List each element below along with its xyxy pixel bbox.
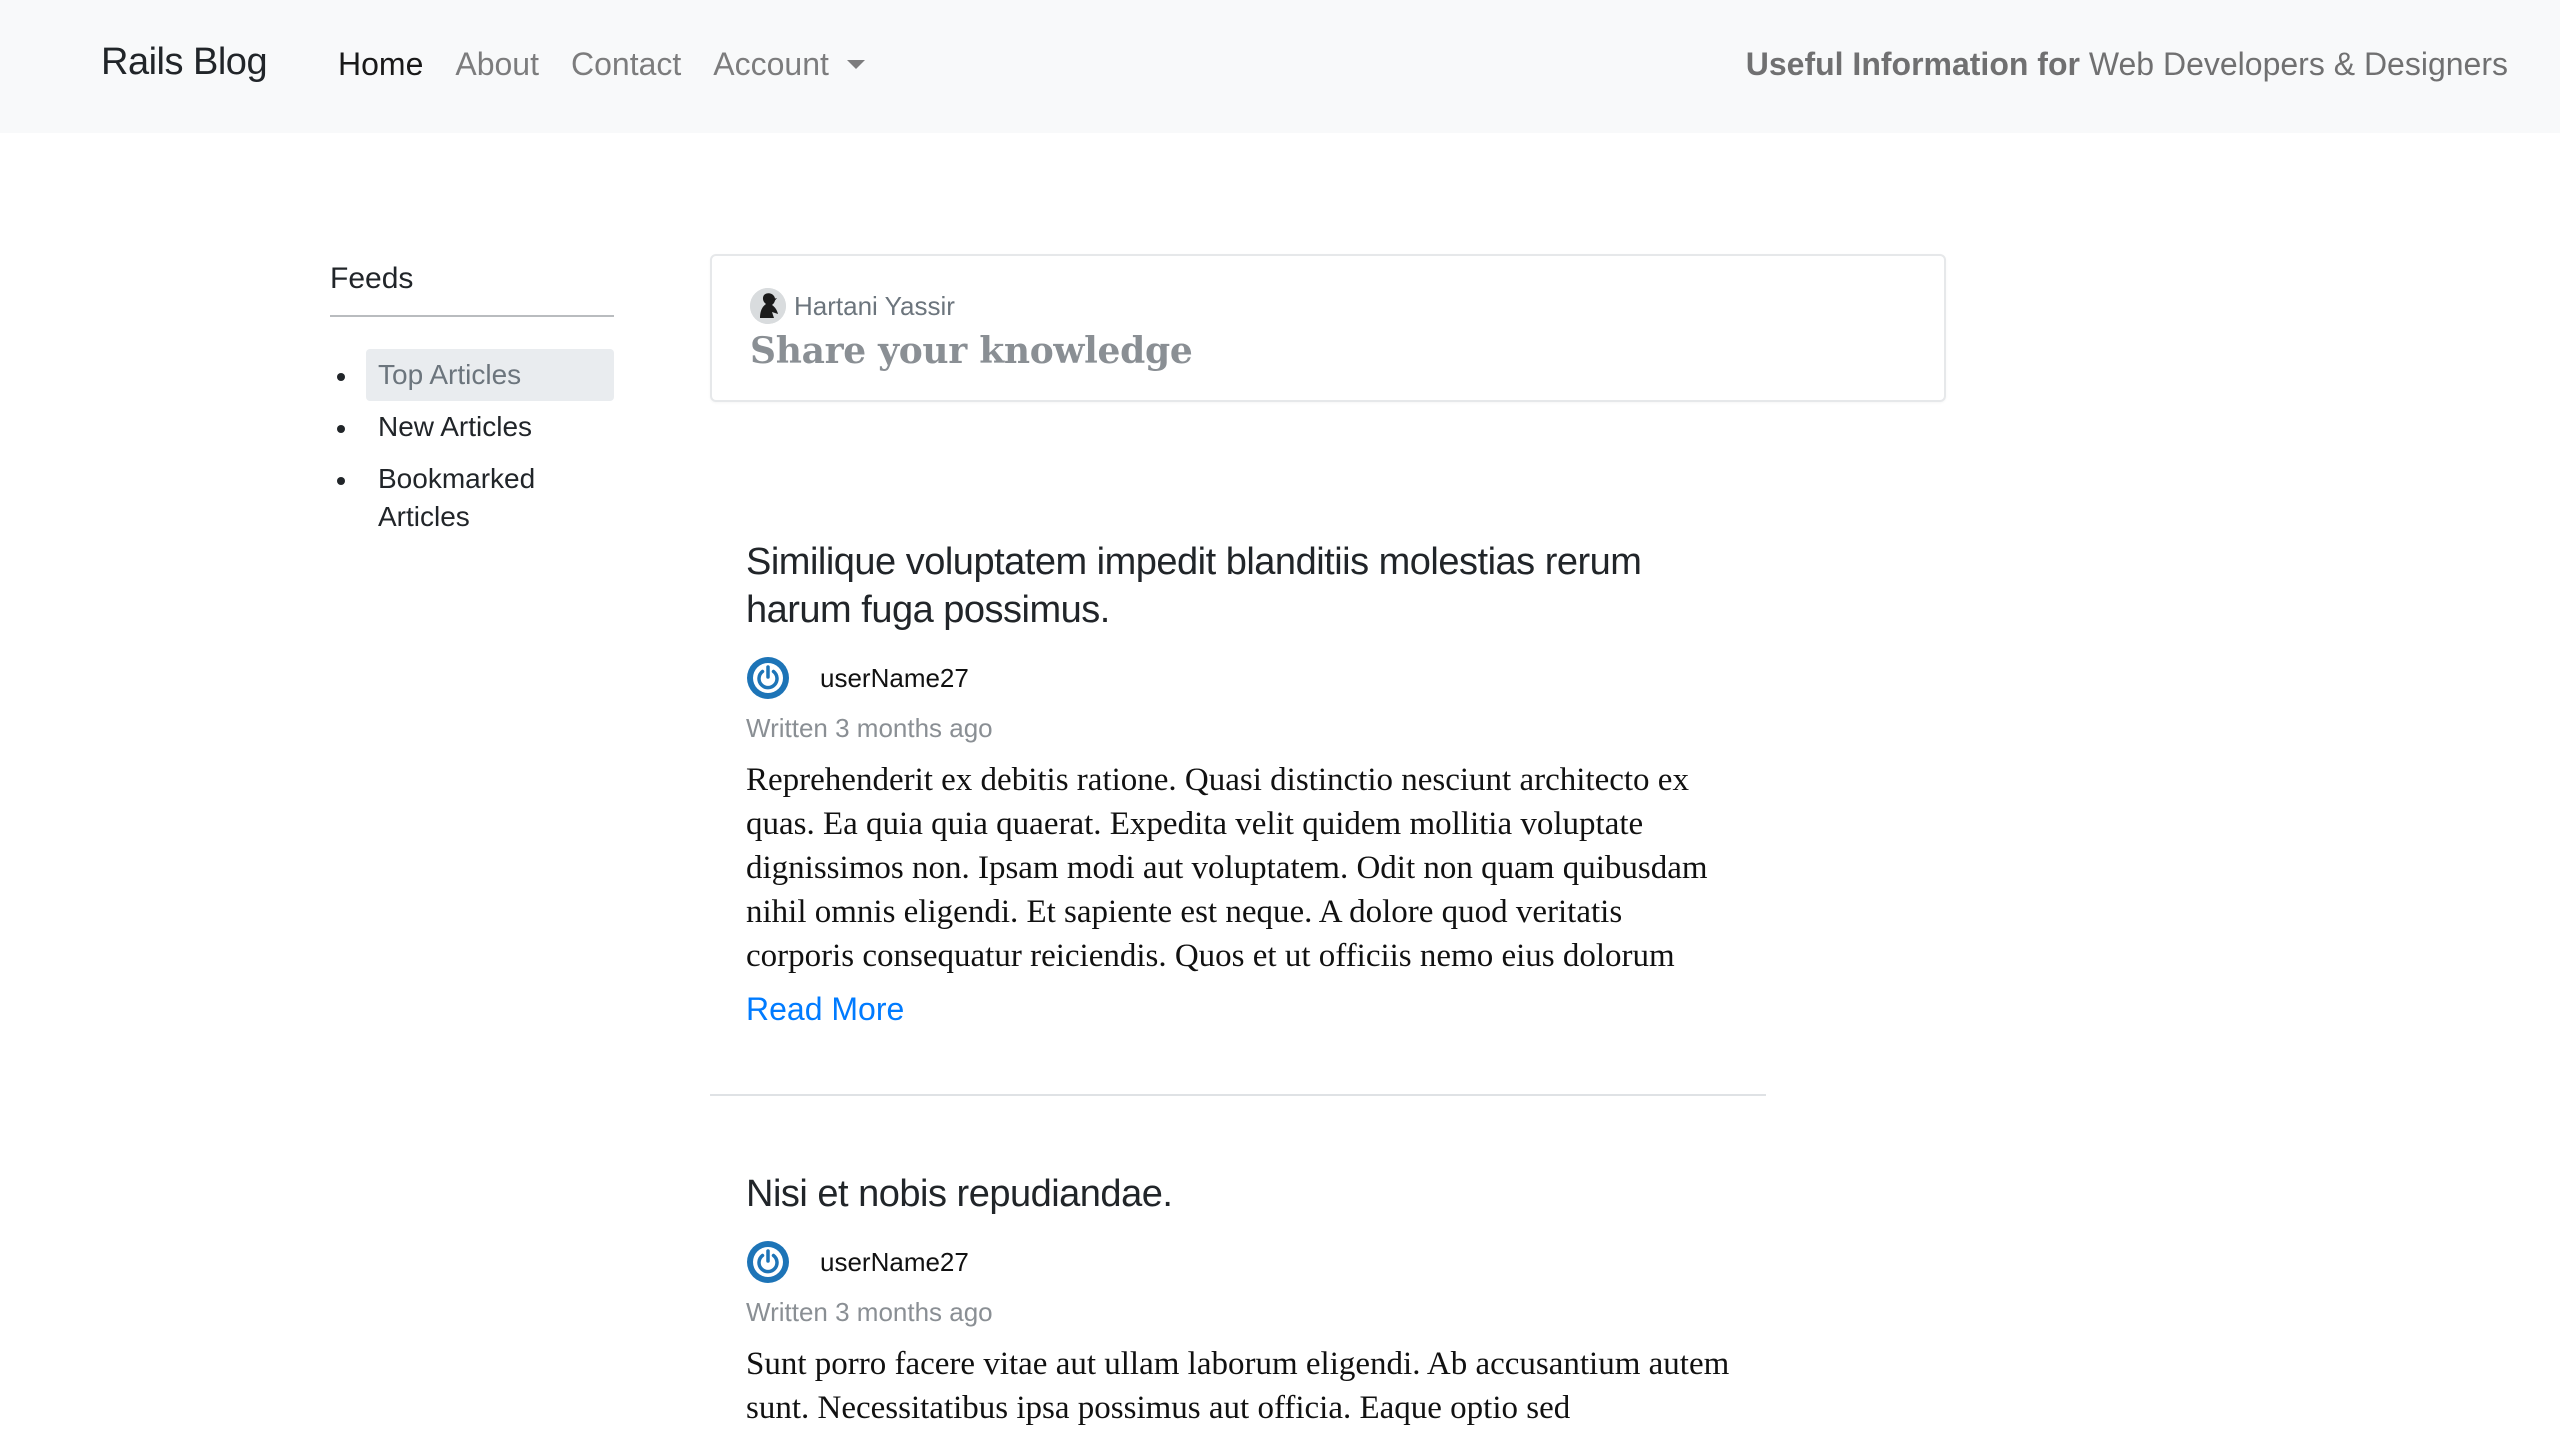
feed-item-top-articles: Top Articles <box>330 349 614 401</box>
site-tagline: Useful Information for Web Developers & … <box>1746 42 2508 86</box>
article-excerpt: Sunt porro facere vitae aut ullam laboru… <box>746 1346 1730 1426</box>
feed-link-bookmarked-articles[interactable]: Bookmarked Articles <box>366 453 614 543</box>
article-author: userName27 <box>710 656 1766 700</box>
article-card: Nisi et nobis repudiandae. userName27 Wr… <box>710 1170 1766 1444</box>
feed-link-top-articles[interactable]: Top Articles <box>366 349 614 401</box>
feed-item-new-articles: New Articles <box>330 401 614 453</box>
user-avatar-icon <box>750 288 786 324</box>
nav-account-dropdown[interactable]: Account <box>713 42 865 86</box>
main-nav: Home About Contact Account <box>338 42 897 86</box>
author-name[interactable]: userName27 <box>820 1244 969 1280</box>
nav-about-link[interactable]: About <box>455 42 539 86</box>
share-knowledge-card[interactable]: Hartani Yassir Share your knowledge <box>710 254 1946 402</box>
feed-link-new-articles[interactable]: New Articles <box>366 401 614 453</box>
tagline-rest: Web Developers & Designers <box>2088 46 2508 82</box>
brand-logo-link[interactable]: Rails Blog <box>101 38 268 86</box>
article-timestamp: Written 3 months ago <box>746 1297 993 1327</box>
article-card: Similique voluptatem impedit blanditiis … <box>710 538 1766 1096</box>
article-timestamp: Written 3 months ago <box>746 713 993 743</box>
top-navbar: Rails Blog Home About Contact Account Us… <box>0 0 2560 133</box>
article-title[interactable]: Nisi et nobis repudiandae. <box>710 1170 1726 1218</box>
feed-item-bookmarked-articles: Bookmarked Articles <box>330 453 614 543</box>
share-author: Hartani Yassir <box>750 288 955 324</box>
article-excerpt: Reprehenderit ex debitis ratione. Quasi … <box>746 762 1708 984</box>
nav-contact-link[interactable]: Contact <box>571 42 681 86</box>
article-title[interactable]: Similique voluptatem impedit blanditiis … <box>710 538 1726 634</box>
nav-home-link[interactable]: Home <box>338 42 423 86</box>
author-name[interactable]: userName27 <box>820 660 969 696</box>
power-avatar-icon <box>746 1240 790 1284</box>
read-more-link[interactable]: Read More <box>746 988 1766 1030</box>
power-avatar-icon <box>746 656 790 700</box>
article-author: userName27 <box>710 1240 1766 1284</box>
sidebar-title: Feeds <box>330 255 614 317</box>
feed-list: Top Articles New Articles Bookmarked Art… <box>330 349 614 543</box>
feeds-sidebar: Feeds Top Articles New Articles Bookmark… <box>330 255 614 543</box>
share-author-name: Hartani Yassir <box>794 291 955 321</box>
caret-down-icon <box>846 60 865 69</box>
share-prompt[interactable]: Share your knowledge <box>750 326 1193 376</box>
nav-account-label: Account <box>713 46 829 82</box>
tagline-bold: Useful Information for <box>1745 46 2080 82</box>
